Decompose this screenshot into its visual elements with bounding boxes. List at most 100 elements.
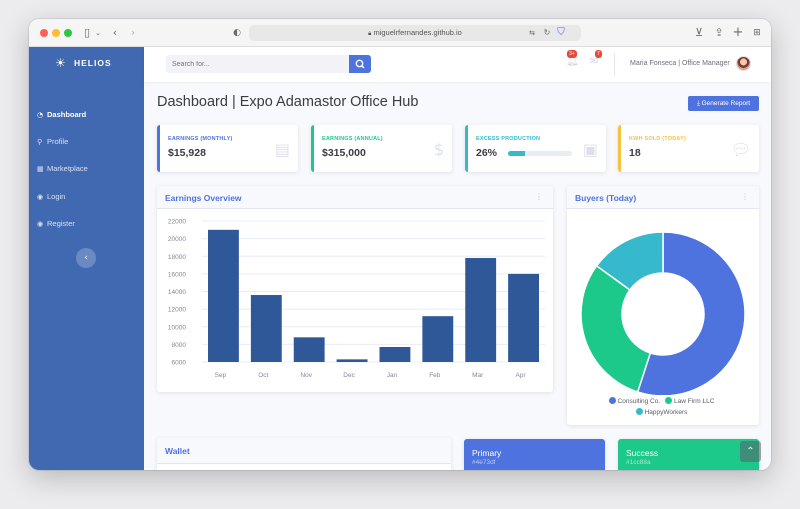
sidebar-item-label: Profile	[47, 137, 69, 146]
bar[interactable]	[508, 273, 539, 362]
reload-icon[interactable]: ↻	[541, 25, 553, 41]
privacy-shield-icon[interactable]: ◐	[231, 25, 243, 41]
wallet-card: Wallet	[157, 438, 451, 470]
minimize-window-button[interactable]	[52, 29, 60, 37]
search-icon	[355, 59, 365, 69]
user-name[interactable]: Maria Fonseca | Office Manager	[630, 58, 730, 70]
user-icon: ⚲	[37, 138, 43, 146]
y-tick-label: 8000	[172, 342, 187, 349]
dashboard-icon: ◔	[37, 111, 44, 119]
brand-name: HELIOS	[74, 58, 112, 68]
y-tick-label: 20000	[168, 236, 186, 243]
dollar-icon: $	[433, 140, 444, 159]
more-options-icon[interactable]: ⋮	[741, 192, 749, 201]
y-tick-label: 10000	[168, 324, 186, 331]
card-title: Earnings Overview	[165, 193, 242, 203]
x-tick-label: Nov	[300, 372, 312, 379]
scroll-to-top-button[interactable]: ⌃	[740, 441, 761, 462]
card-header: Buyers (Today) ⋮	[567, 186, 759, 209]
y-tick-label: 14000	[168, 289, 186, 296]
search-button[interactable]	[349, 55, 371, 73]
new-tab-icon[interactable]: +	[731, 25, 745, 41]
y-tick-label: 16000	[168, 271, 186, 278]
avatar[interactable]	[736, 56, 751, 71]
more-options-icon[interactable]: ⋮	[535, 192, 543, 201]
bar[interactable]	[250, 295, 282, 362]
card-header: Earnings Overview ⋮	[157, 186, 553, 209]
bar[interactable]	[208, 229, 239, 362]
download-icon[interactable]: ⊻	[692, 25, 706, 41]
buyers-card: Buyers (Today) ⋮ Consulting Co. Law Firm…	[567, 186, 759, 425]
forward-icon[interactable]: ›	[128, 25, 138, 41]
messages-badge: 7	[595, 50, 602, 58]
success-color-card: Success #1cc88a	[618, 439, 759, 470]
chevron-left-icon: ‹	[84, 253, 88, 263]
translate-icon[interactable]: ⇆	[525, 25, 539, 41]
stat-value: 26%	[476, 147, 498, 159]
back-icon[interactable]: ‹	[110, 25, 120, 41]
x-tick-label: Jan	[387, 372, 398, 379]
color-card-hex: #4e73df	[472, 459, 496, 466]
y-tick-label: 6000	[172, 360, 187, 367]
stat-card-earnings-monthly: Earnings (Monthly) $15,928 ▤	[157, 125, 298, 172]
stat-label: Excess Production	[476, 136, 541, 142]
sidebar-item-register[interactable]: ◉ Register	[37, 215, 137, 233]
color-card-title: Primary	[472, 448, 502, 458]
maximize-window-button[interactable]	[64, 29, 72, 37]
progress-fill	[508, 151, 525, 156]
x-tick-label: Feb	[429, 372, 441, 379]
x-tick-label: Apr	[516, 372, 527, 379]
url-text: miguelrfernandes.github.io	[373, 28, 462, 37]
legend-label: HappyWorkers	[644, 409, 688, 416]
primary-color-card: Primary #4e73df	[464, 439, 605, 470]
share-icon[interactable]: ⇪	[712, 25, 726, 41]
color-card-title: Success	[626, 448, 659, 458]
buyers-donut-chart	[580, 231, 746, 395]
browser-window: ▯ ⌄ ‹ › ◐ 🔒︎ miguelrfernandes.github.io …	[29, 19, 771, 470]
legend-item[interactable]: HappyWorkers	[635, 407, 688, 418]
sidebar: ☀ HELIOS ◔ Dashboard ⚲ Profile ▦ Marketplac…	[29, 47, 144, 470]
sidebar-toggle-icon[interactable]: ▯	[79, 25, 95, 41]
legend-label: Consulting Co.	[617, 398, 661, 405]
card-title: Buyers (Today)	[575, 193, 637, 203]
stat-card-excess-production: Excess Production 26% ▣	[465, 125, 606, 172]
clipboard-icon: ▣	[582, 140, 598, 159]
legend-item[interactable]: Consulting Co.	[608, 396, 661, 407]
bar[interactable]	[422, 316, 454, 362]
topbar-divider	[614, 53, 615, 76]
generate-report-label: Generate Report	[701, 100, 751, 107]
search-input[interactable]	[166, 55, 350, 73]
bar[interactable]	[336, 359, 368, 362]
donut-slice[interactable]	[580, 264, 652, 393]
legend-item[interactable]: Law Firm LLC	[664, 396, 715, 407]
stat-value: 18	[629, 147, 641, 159]
sidebar-item-login[interactable]: ◉ Login	[37, 188, 137, 206]
sidebar-toggle-button[interactable]: ‹	[76, 248, 96, 268]
earnings-bar-chart: 6000 8000 10000 12000 14000 16000 18000 20000 22…	[168, 219, 545, 379]
x-tick-label: Mar	[472, 372, 484, 379]
address-bar[interactable]: 🔒︎ miguelrfernandes.github.io ⇆ ↻	[249, 25, 581, 41]
sidebar-item-dashboard[interactable]: ◔ Dashboard	[37, 106, 137, 124]
sidebar-item-profile[interactable]: ⚲ Profile	[37, 133, 137, 151]
close-window-button[interactable]	[40, 29, 48, 37]
color-card-hex: #1cc88a	[626, 459, 651, 466]
chevron-down-icon[interactable]: ⌄	[94, 25, 102, 41]
brand[interactable]: ☀ HELIOS	[29, 47, 144, 82]
shield-extension-icon[interactable]: ⛉	[554, 25, 568, 41]
alerts-badge: 3+	[567, 50, 577, 58]
stat-label: KWh Sold (Today)	[629, 136, 686, 142]
tab-overview-icon[interactable]: ⊞	[750, 25, 764, 41]
bar[interactable]	[379, 347, 411, 362]
chart-legend: Consulting Co. Law Firm LLC HappyWorkers	[567, 396, 759, 418]
sidebar-item-marketplace[interactable]: ▦ Marketplace	[37, 160, 137, 178]
y-tick-label: 22000	[168, 219, 186, 226]
bar[interactable]	[293, 337, 325, 362]
user-circle-icon: ◉	[37, 193, 44, 201]
card-header: Wallet	[157, 438, 451, 464]
legend-dot	[664, 397, 672, 404]
bar[interactable]	[465, 258, 497, 362]
page-title: Dashboard | Expo Adamastor Office Hub	[157, 94, 419, 110]
legend-label: Law Firm LLC	[673, 398, 715, 405]
sidebar-item-label: Register	[47, 219, 75, 228]
generate-report-button[interactable]: ⤓ Generate Report	[688, 96, 759, 111]
